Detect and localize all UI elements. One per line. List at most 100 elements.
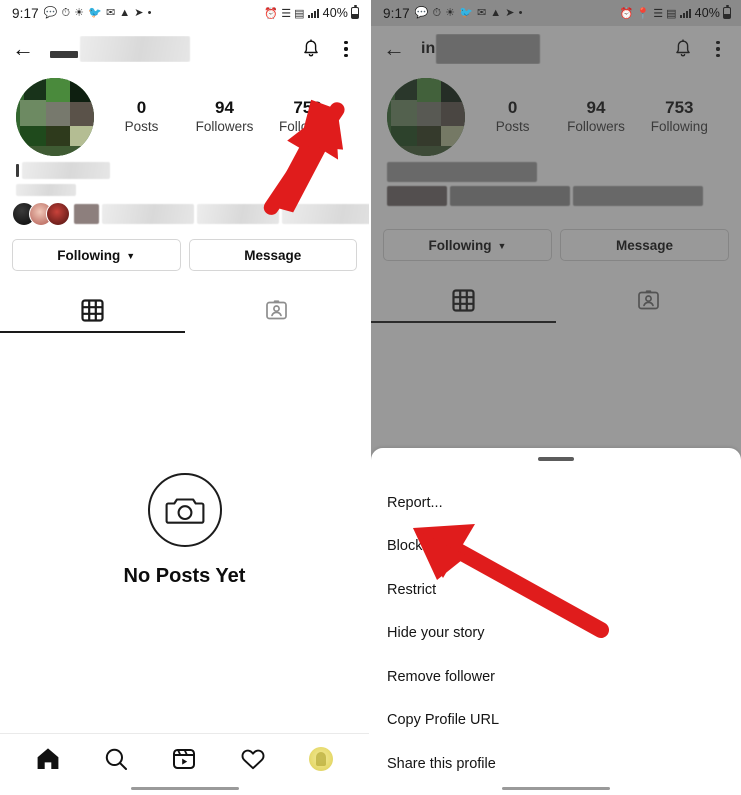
- username-redacted: [80, 36, 190, 62]
- option-hide-your-story[interactable]: Hide your story: [387, 612, 741, 656]
- wifi-icon: ☰: [281, 7, 292, 20]
- profile-app-bar: ←: [0, 26, 369, 72]
- stat-followers[interactable]: 94 Followers: [193, 97, 257, 137]
- profile-avatar[interactable]: [16, 78, 94, 156]
- grid-icon: [452, 288, 475, 312]
- profile-bio: [0, 156, 369, 197]
- mutual-avatar: [46, 202, 70, 226]
- telegram-icon: ➤: [134, 6, 144, 19]
- status-bar-left-icons: 💬 ⏱ ☀ 🐦 ✉ ▲ ➤ •: [414, 6, 523, 19]
- bio-text-redacted: [387, 186, 725, 206]
- stat-posts[interactable]: 0 Posts: [481, 97, 545, 137]
- clock-icon: ⏱: [61, 6, 71, 19]
- option-block[interactable]: Block: [387, 525, 741, 569]
- tab-grid[interactable]: [371, 279, 556, 321]
- nav-home[interactable]: [25, 742, 71, 776]
- kebab-menu-icon[interactable]: [337, 40, 355, 58]
- stat-followers[interactable]: 94 Followers: [564, 97, 628, 137]
- alarm-icon: ⏰: [619, 7, 634, 20]
- app-icon: ☀: [74, 6, 85, 19]
- system-home-indicator: [502, 786, 610, 790]
- stat-following[interactable]: 753 Following: [647, 97, 711, 137]
- nav-reels[interactable]: [161, 742, 207, 776]
- username-redacted-dark: [50, 50, 78, 58]
- stat-following[interactable]: 753 Following: [276, 97, 340, 137]
- upload-icon: ▲: [119, 6, 131, 19]
- nav-search[interactable]: [93, 742, 139, 776]
- grid-icon: [81, 298, 104, 322]
- avatar-container: [387, 78, 471, 156]
- active-tab-indicator: [0, 331, 369, 333]
- chevron-down-icon: ▼: [126, 251, 136, 261]
- bell-icon[interactable]: [301, 38, 321, 60]
- following-button[interactable]: Following ▼: [12, 239, 181, 271]
- nav-activity[interactable]: [230, 742, 276, 776]
- bell-icon[interactable]: [673, 38, 693, 60]
- data-icon: ▤: [294, 7, 305, 20]
- app-bar-actions: [673, 38, 727, 60]
- app-icon: ☀: [445, 6, 456, 19]
- reels-icon: [173, 748, 196, 769]
- option-copy-profile-url[interactable]: Copy Profile URL: [387, 699, 741, 743]
- back-arrow-icon[interactable]: ←: [383, 38, 407, 60]
- kebab-menu-icon[interactable]: [709, 40, 727, 58]
- clock-icon: ⏱: [432, 6, 442, 19]
- followers-label: Followers: [567, 119, 625, 135]
- message-button-label: Message: [244, 247, 302, 263]
- mutual-followers-row[interactable]: [0, 197, 369, 226]
- profile-action-buttons: Following ▼ Message: [0, 226, 369, 271]
- status-bar-clock: 9:17: [383, 5, 410, 21]
- following-button-label: Following: [428, 237, 492, 253]
- message-button[interactable]: Message: [188, 239, 357, 271]
- phone-screen-options-sheet: 9:17 💬 ⏱ ☀ 🐦 ✉ ▲ ➤ • ⏰ 📍 ☰ ▤ 40% ← in 0 …: [371, 0, 741, 795]
- back-arrow-icon[interactable]: ←: [12, 38, 36, 60]
- status-bar-clock: 9:17: [12, 5, 39, 21]
- nav-profile[interactable]: [298, 742, 344, 776]
- option-restrict[interactable]: Restrict: [387, 568, 741, 612]
- status-bar-right-icons: ⏰ 📍 ☰ ▤ 40%: [619, 5, 731, 20]
- tagged-icon: [266, 299, 288, 319]
- whatsapp-icon: 💬: [43, 6, 58, 19]
- username-title: [50, 36, 287, 62]
- option-remove-follower[interactable]: Remove follower: [387, 655, 741, 699]
- stat-posts[interactable]: 0 Posts: [110, 97, 174, 137]
- bio-name-redacted: [16, 162, 353, 179]
- status-bar: 9:17 💬 ⏱ ☀ 🐦 ✉ ▲ ➤ • ⏰ 📍 ☰ ▤ 40%: [371, 0, 741, 26]
- following-count: 753: [293, 97, 322, 117]
- mutual-followers-text-redacted: [74, 204, 369, 224]
- profile-avatar[interactable]: [387, 78, 465, 156]
- profile-app-bar: ← in: [371, 26, 741, 72]
- twitter-icon: 🐦: [88, 6, 102, 19]
- alarm-icon: ⏰: [264, 7, 279, 20]
- tab-tagged[interactable]: [185, 289, 370, 331]
- mutual-avatars: [12, 202, 70, 226]
- followers-label: Followers: [195, 119, 254, 135]
- profile-summary: 0 Posts 94 Followers 753 Following: [371, 72, 741, 156]
- profile-bio: [371, 156, 741, 206]
- tab-grid[interactable]: [0, 289, 185, 331]
- status-bar-left-icons: 💬 ⏱ ☀ 🐦 ✉ ▲ ➤ •: [43, 6, 152, 19]
- battery-icon: [351, 5, 359, 19]
- following-label: Following: [650, 119, 708, 135]
- empty-posts-state: No Posts Yet: [0, 333, 369, 588]
- data-icon: ▤: [666, 7, 677, 20]
- tab-tagged[interactable]: [556, 279, 741, 321]
- status-bar-right-icons: ⏰ ☰ ▤ 40%: [264, 5, 359, 20]
- followers-count: 94: [215, 97, 234, 117]
- active-tab-indicator: [371, 321, 741, 323]
- username-title: in: [421, 34, 659, 64]
- heart-icon: [241, 749, 265, 769]
- option-share-this-profile[interactable]: Share this profile: [387, 742, 741, 786]
- avatar-container: [16, 78, 100, 156]
- dot-icon: •: [518, 6, 523, 19]
- option-report[interactable]: Report...: [387, 481, 741, 525]
- upload-icon: ▲: [490, 6, 502, 19]
- message-button-label: Message: [615, 237, 674, 253]
- profile-tabs: [371, 279, 741, 321]
- search-icon: [106, 748, 128, 770]
- whatsapp-icon: 💬: [414, 6, 429, 19]
- message-button[interactable]: Message: [560, 229, 729, 261]
- following-button[interactable]: Following ▼: [383, 229, 552, 261]
- posts-label: Posts: [124, 119, 159, 135]
- dot-icon: •: [147, 6, 152, 19]
